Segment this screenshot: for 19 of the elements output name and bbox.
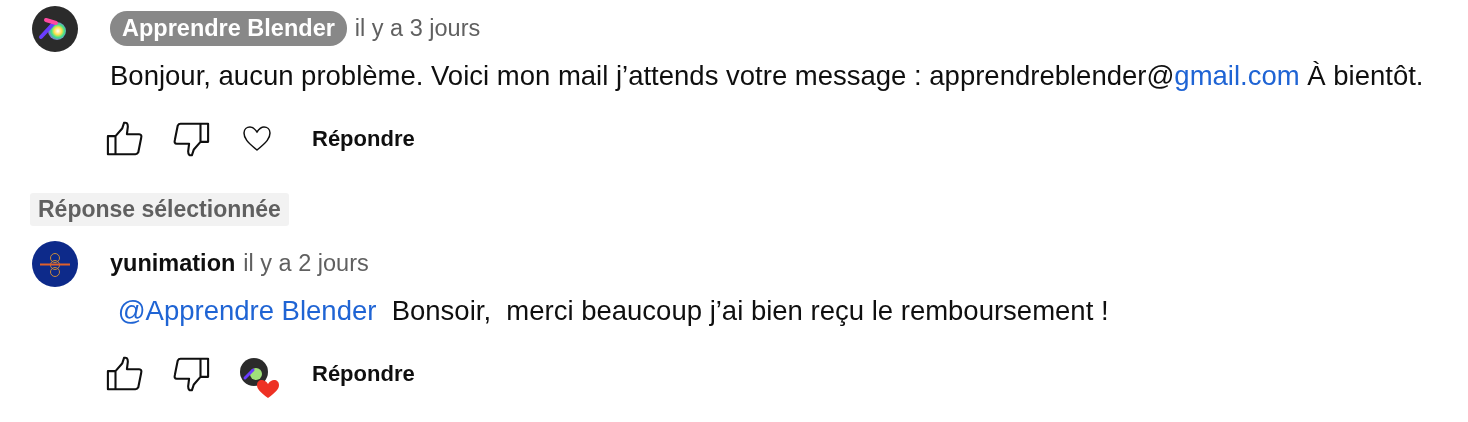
link[interactable]: @Apprendre Blender [110, 295, 377, 326]
reply-button[interactable]: Répondre [312, 126, 415, 152]
creator-heart-icon[interactable] [238, 356, 282, 400]
author-name[interactable]: Apprendre Blender [110, 10, 347, 46]
link[interactable]: gmail.com [1174, 60, 1300, 91]
highlight-label: Réponse sélectionnée [30, 193, 289, 226]
timestamp[interactable]: il y a 3 jours [354, 14, 481, 42]
thumbs-up-icon[interactable] [106, 355, 144, 393]
comment-text: Bonjour, aucun problème. Voici mon mail j’attends votre message : apprendreblender@gmail.com À bientôt. [110, 59, 1424, 93]
avatar-icon[interactable] [32, 241, 78, 287]
timestamp[interactable]: il y a 2 jours [243, 249, 369, 277]
thumbs-down-icon[interactable] [172, 120, 210, 158]
thumbs-up-icon[interactable] [106, 120, 144, 158]
thumbs-down-icon[interactable] [172, 355, 210, 393]
heart-icon[interactable] [242, 124, 272, 154]
author-name[interactable]: yunimation [110, 249, 236, 277]
reply-button[interactable]: Répondre [312, 361, 415, 387]
comment-text: @Apprendre Blender Bonsoir, merci beaucoup j’ai bien reçu le remboursement ! [110, 293, 1109, 329]
avatar-icon[interactable] [32, 6, 78, 52]
